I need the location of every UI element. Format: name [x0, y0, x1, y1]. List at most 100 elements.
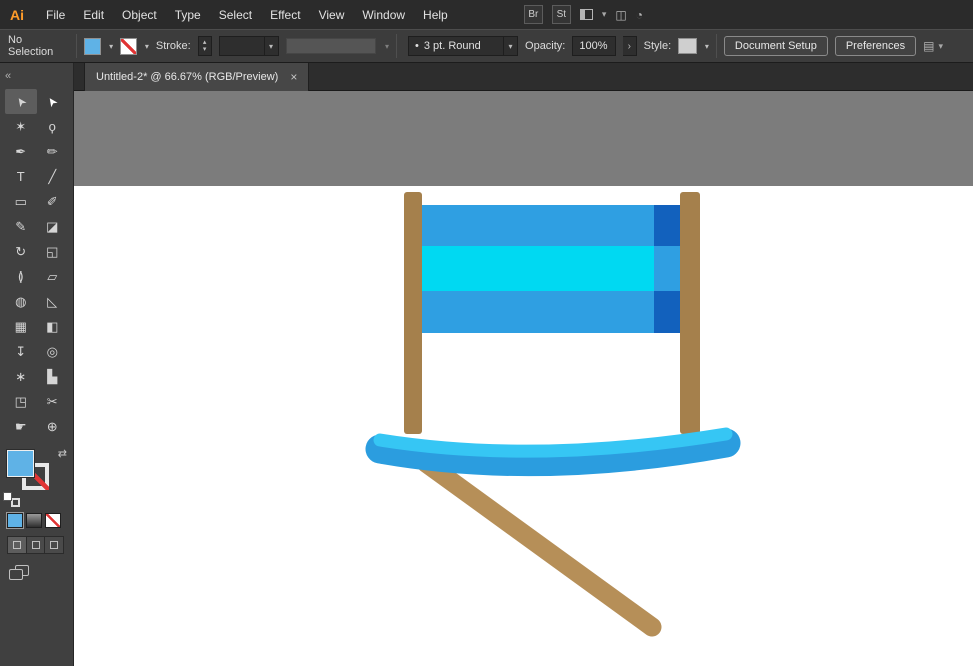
right-post-shape[interactable] — [680, 192, 700, 434]
workspace-chevron-icon[interactable]: ▾ — [602, 9, 607, 20]
tool-eraser[interactable]: ◪ — [37, 214, 69, 239]
stroke-label[interactable]: Stroke: — [156, 40, 191, 52]
document-tab[interactable]: Untitled-2* @ 66.67% (RGB/Preview) × — [84, 63, 310, 91]
menu-window[interactable]: Window — [353, 8, 414, 22]
control-panel-menu-icon[interactable]: ▤ — [923, 39, 934, 53]
menu-type[interactable]: Type — [166, 8, 210, 22]
stroke-width-chevron-icon[interactable]: ▾ — [264, 36, 279, 56]
tool-icon: ▦ — [14, 318, 27, 334]
stroke-color-swatch[interactable] — [120, 37, 137, 55]
banner-bottom-shade[interactable] — [654, 291, 680, 333]
tool-icon: ✂ — [46, 393, 58, 409]
stock-button[interactable]: St — [551, 5, 571, 24]
tool-pen[interactable]: ✒ — [5, 139, 37, 164]
tool-symbol-sprayer[interactable]: ∗ — [5, 364, 37, 389]
none-mode-button[interactable] — [45, 513, 61, 528]
style-label[interactable]: Style: — [644, 40, 672, 52]
menu-file[interactable]: File — [37, 8, 74, 22]
stroke-swatch-chevron-icon[interactable]: ▾ — [145, 42, 149, 51]
tool-hand[interactable]: ☛ — [5, 414, 37, 439]
collapse-panel-icon[interactable]: « — [5, 70, 12, 82]
draw-mode-row — [7, 536, 64, 554]
opacity-input[interactable]: 100% — [572, 36, 616, 56]
tool-shape-builder[interactable]: ◍ — [5, 289, 37, 314]
stroke-width-select[interactable] — [218, 36, 265, 56]
menu-edit[interactable]: Edit — [74, 8, 113, 22]
bridge-button[interactable]: Br — [523, 5, 543, 24]
tool-blend[interactable]: ◎ — [37, 339, 69, 364]
opacity-label[interactable]: Opacity: — [525, 40, 565, 52]
tool-rotate[interactable]: ↻ — [5, 239, 37, 264]
tool-direct-selection[interactable]: ➤ — [37, 89, 69, 114]
brush-definition-select[interactable]: • 3 pt. Round — [408, 36, 505, 56]
tool-perspective-grid[interactable]: ◺ — [37, 289, 69, 314]
style-chevron-icon[interactable]: ▾ — [705, 42, 709, 51]
screen-mode-icon[interactable] — [9, 565, 31, 582]
tool-icon: ⊕ — [46, 418, 58, 434]
tool-eyedropper[interactable]: ↧ — [5, 339, 37, 364]
tool-selection[interactable]: ➤ — [5, 89, 37, 114]
tool-lasso[interactable]: ϙ — [37, 114, 69, 139]
diagonal-leg-shape[interactable] — [416, 453, 662, 637]
color-mode-button[interactable] — [6, 512, 24, 529]
fill-indicator-swatch[interactable] — [6, 449, 35, 478]
tool-scale[interactable]: ◱ — [37, 239, 69, 264]
window-arrange-icon[interactable]: ◫ — [615, 8, 626, 22]
tool-magic-wand[interactable]: ✶ — [5, 114, 37, 139]
tool-shaper[interactable]: ✎ — [5, 214, 37, 239]
stepper-up-icon[interactable]: ▴ — [203, 39, 207, 46]
workspace-switcher-icon[interactable] — [579, 9, 593, 20]
tab-close-icon[interactable]: × — [290, 70, 297, 84]
tool-artboard[interactable]: ◳ — [5, 389, 37, 414]
style-select-swatch[interactable] — [678, 38, 697, 54]
document-setup-button[interactable]: Document Setup — [723, 36, 828, 56]
stepper-down-icon[interactable]: ▾ — [203, 46, 207, 53]
menu-select[interactable]: Select — [210, 8, 261, 22]
menu-help[interactable]: Help — [414, 8, 457, 22]
tool-zoom[interactable]: ⊕ — [37, 414, 69, 439]
menu-view[interactable]: View — [310, 8, 354, 22]
banner-middle-stripe[interactable] — [422, 246, 654, 291]
draw-behind-button[interactable] — [26, 537, 46, 553]
tool-rectangle[interactable]: ▭ — [5, 189, 37, 214]
draw-inside-button[interactable] — [45, 537, 64, 553]
default-fill-stroke-icon[interactable] — [3, 492, 20, 507]
tool-gradient[interactable]: ◧ — [37, 314, 69, 339]
opacity-panel-arrow-icon[interactable]: › — [622, 36, 637, 56]
tool-icon: ◪ — [46, 218, 59, 234]
tool-paintbrush[interactable]: ✐ — [37, 189, 69, 214]
tool-column-graph[interactable]: ▙ — [37, 364, 69, 389]
tool-icon: ✎ — [15, 218, 27, 234]
banner-top-stripe[interactable] — [422, 205, 654, 246]
preferences-button[interactable]: Preferences — [834, 36, 917, 56]
draw-normal-button[interactable] — [8, 537, 27, 553]
pasteboard[interactable] — [74, 91, 973, 666]
tool-icon: ≬ — [17, 268, 24, 284]
tool-curvature[interactable]: ✏ — [37, 139, 69, 164]
stroke-width-stepper[interactable]: ▴ ▾ — [197, 36, 212, 56]
banner-top-shade[interactable] — [654, 205, 680, 246]
menu-object[interactable]: Object — [113, 8, 166, 22]
tool-mesh[interactable]: ▦ — [5, 314, 37, 339]
left-post-shape[interactable] — [404, 192, 422, 434]
brush-chevron-icon[interactable]: ▾ — [504, 36, 519, 56]
menu-effect[interactable]: Effect — [261, 8, 309, 22]
tool-icon: ◺ — [47, 293, 58, 309]
tool-icon: ▙ — [47, 368, 58, 384]
document-tab-bar: Untitled-2* @ 66.67% (RGB/Preview) × — [74, 63, 973, 91]
tool-slice[interactable]: ✂ — [37, 389, 69, 414]
fill-swatch-chevron-icon[interactable]: ▾ — [109, 42, 113, 51]
tool-icon: ✏ — [46, 143, 58, 159]
tool-free-transform[interactable]: ▱ — [37, 264, 69, 289]
banner-bottom-stripe[interactable] — [422, 291, 654, 333]
swap-fill-stroke-icon[interactable]: ⇄ — [58, 447, 67, 460]
gradient-mode-button[interactable] — [26, 513, 42, 528]
fill-color-swatch[interactable] — [84, 37, 102, 55]
banner-middle-shade[interactable] — [654, 246, 680, 291]
tool-line-segment[interactable]: ╱ — [37, 164, 69, 189]
tool-type[interactable]: T — [5, 164, 37, 189]
control-panel-chevron-icon[interactable]: ▾ — [939, 41, 944, 52]
sync-status-icon[interactable]: ◔ — [636, 8, 643, 22]
separator — [396, 34, 398, 58]
tool-width[interactable]: ≬ — [5, 264, 37, 289]
